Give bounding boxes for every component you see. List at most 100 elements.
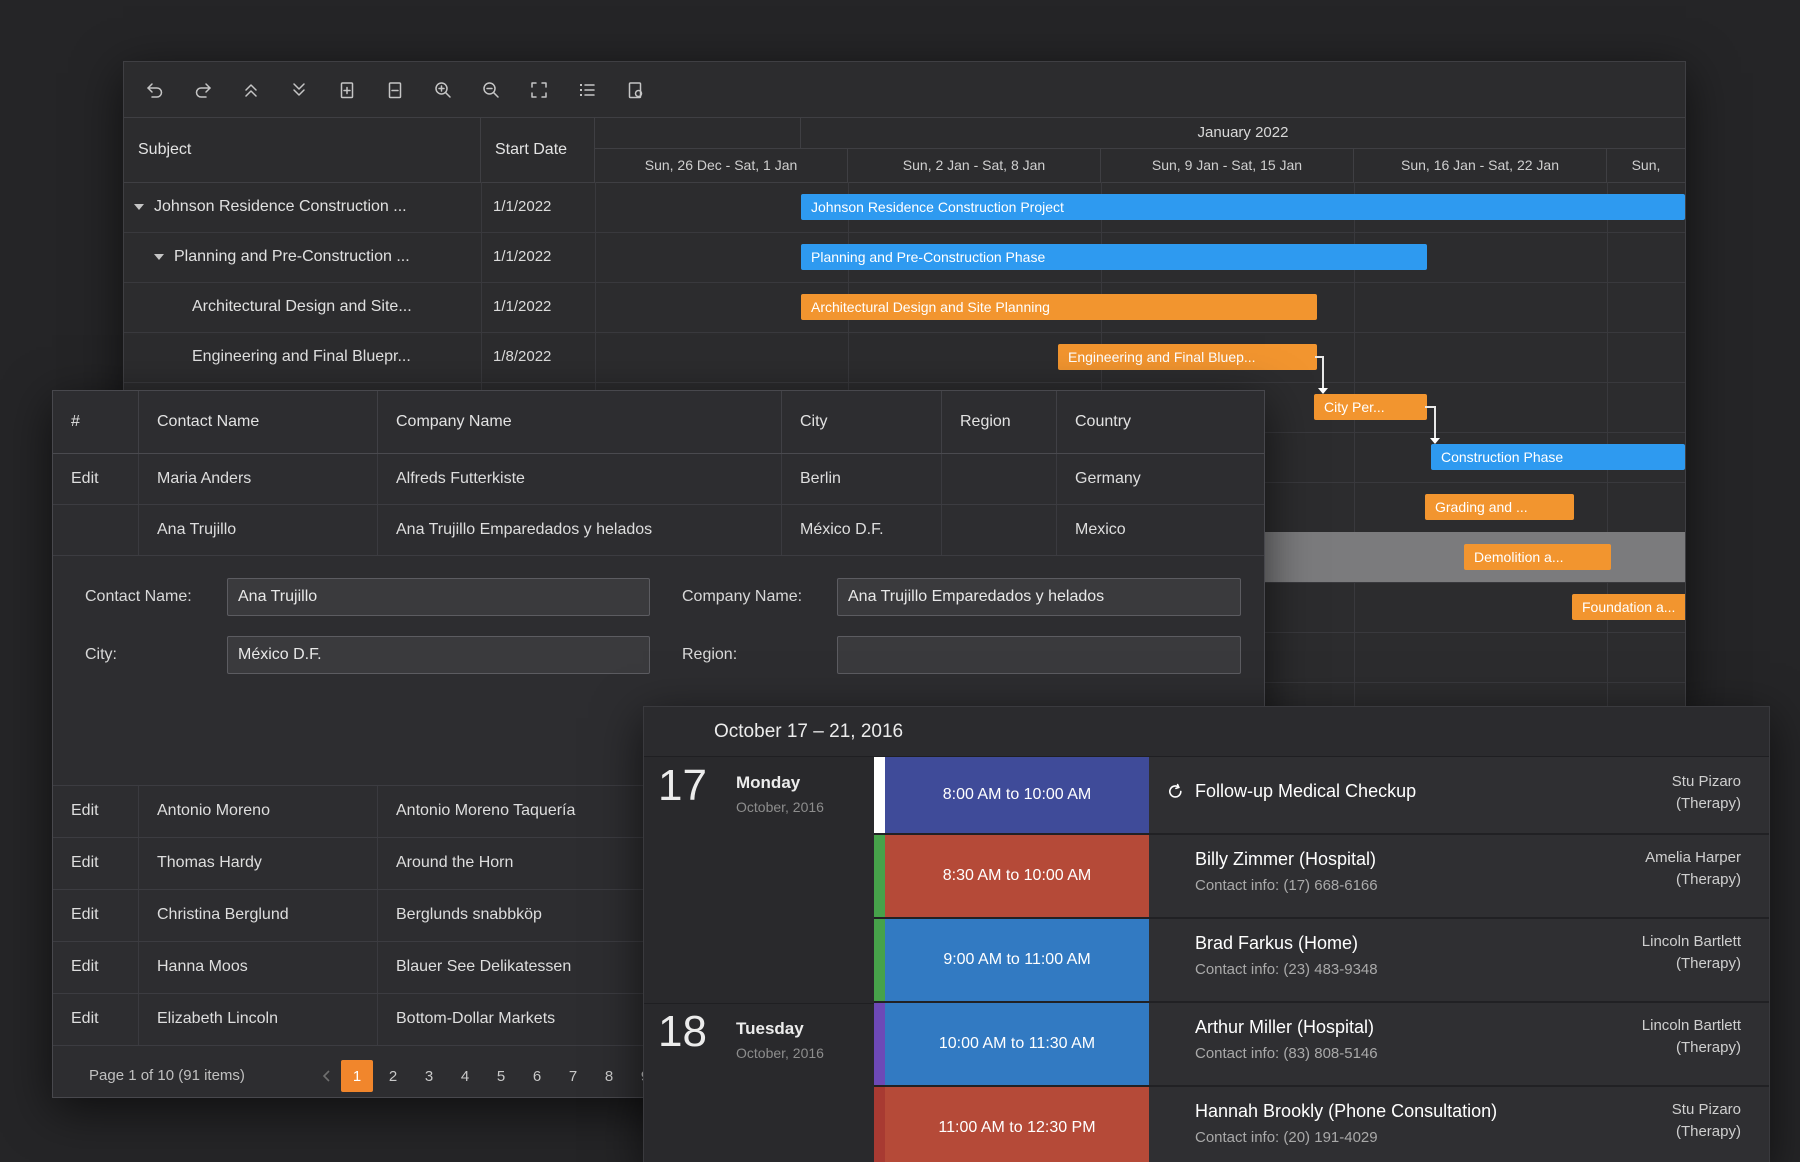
dependency-arrow-icon (1318, 388, 1328, 394)
task-details-icon (577, 80, 597, 100)
appointment-owner: Stu Pizaro (1672, 773, 1741, 790)
scheduler-header: October 17 – 21, 2016 (644, 707, 1769, 757)
appointment-row: 11:00 AM to 12:30 PM Hannah Brookly (Pho… (874, 1087, 1769, 1162)
edit-link[interactable]: Edit (53, 942, 139, 993)
contact-name-field[interactable] (227, 578, 650, 616)
page-button-1[interactable]: 1 (341, 1060, 373, 1092)
page-button-8[interactable]: 8 (593, 1060, 625, 1092)
city-field[interactable] (227, 636, 650, 674)
pager-prev-button[interactable] (313, 1060, 337, 1092)
task-bar-label: Grading and ... (1425, 494, 1574, 520)
appointment-role: (Therapy) (1676, 955, 1741, 972)
cell-country: Germany (1057, 454, 1264, 504)
timeline-month-empty (595, 118, 801, 148)
page-button-6[interactable]: 6 (521, 1060, 553, 1092)
edit-link[interactable]: Edit (53, 890, 139, 941)
appointment-time-block[interactable]: 8:00 AM to 10:00 AM (885, 757, 1149, 833)
column-header-company-name[interactable]: Company Name (378, 391, 782, 453)
export-button[interactable] (616, 71, 654, 109)
column-header-country[interactable]: Country (1057, 391, 1264, 453)
task-bar-demolition[interactable]: Demolition a... (1464, 544, 1611, 570)
task-details-button[interactable] (568, 71, 606, 109)
task-bar-planning[interactable]: Planning and Pre-Construction Phase (801, 244, 1427, 270)
cell-company: Ana Trujillo Emparedados y helados (378, 505, 782, 555)
edit-link[interactable]: Edit (53, 838, 139, 889)
company-name-label: Company Name: (682, 578, 802, 616)
gantt-row[interactable]: Engineering and Final Bluepr... 1/8/2022 (124, 332, 1685, 383)
day-cell-monday: 17 Monday October, 2016 (644, 757, 874, 1003)
appointment-title: Arthur Miller (Hospital) (1195, 1017, 1374, 1038)
task-subject: Planning and Pre-Construction ... (174, 232, 410, 282)
appointment-details[interactable]: Billy Zimmer (Hospital) Contact info: (1… (1149, 835, 1769, 917)
page-button-4[interactable]: 4 (449, 1060, 481, 1092)
expander-icon[interactable] (134, 204, 144, 210)
undo-button[interactable] (136, 71, 174, 109)
task-start-date: 1/8/2022 (493, 332, 551, 382)
task-start-date: 1/1/2022 (493, 282, 551, 332)
region-field[interactable] (837, 636, 1241, 674)
expander-icon[interactable] (154, 254, 164, 260)
page-button-5[interactable]: 5 (485, 1060, 517, 1092)
column-header-city[interactable]: City (782, 391, 942, 453)
appointment-owner: Stu Pizaro (1672, 1101, 1741, 1118)
appointment-time-block[interactable]: 9:00 AM to 11:00 AM (885, 919, 1149, 1001)
cell-contact: Elizabeth Lincoln (139, 994, 378, 1045)
task-bar-construction[interactable]: Construction Phase (1431, 444, 1685, 470)
task-bar-city-permits[interactable]: City Per... (1314, 394, 1427, 420)
day-name: Tuesday (736, 1019, 804, 1039)
region-label: Region: (682, 636, 737, 674)
column-header-region[interactable]: Region (942, 391, 1057, 453)
add-task-button[interactable] (328, 71, 366, 109)
task-bar-label: Architectural Design and Site Planning (801, 294, 1317, 320)
column-header-contact-name[interactable]: Contact Name (139, 391, 378, 453)
column-header-number[interactable]: # (53, 391, 139, 453)
datagrid-header: # Contact Name Company Name City Region … (53, 391, 1264, 454)
fullscreen-button[interactable] (520, 71, 558, 109)
cell-contact: Christina Berglund (139, 890, 378, 941)
appointment-contact: Contact info: (83) 808-5146 (1195, 1045, 1378, 1062)
subject-column-header[interactable]: Subject (124, 118, 481, 182)
appointment-time-block[interactable]: 8:30 AM to 10:00 AM (885, 835, 1149, 917)
resource-strip (874, 919, 885, 1001)
appointment-time-block[interactable]: 10:00 AM to 11:30 AM (885, 1003, 1149, 1085)
appointment-details[interactable]: Hannah Brookly (Phone Consultation) Cont… (1149, 1087, 1769, 1162)
edit-link[interactable]: Edit (53, 454, 139, 504)
timeline-month-label: January 2022 (801, 118, 1685, 148)
appointment-details[interactable]: Follow-up Medical Checkup Stu Pizaro (Th… (1149, 757, 1769, 833)
task-bar-engineering[interactable]: Engineering and Final Bluep... (1058, 344, 1317, 370)
redo-button[interactable] (184, 71, 222, 109)
zoom-out-button[interactable] (472, 71, 510, 109)
day-name: Monday (736, 773, 800, 793)
edit-link[interactable]: Edit (53, 994, 139, 1045)
export-icon (625, 80, 645, 100)
task-bar-foundation[interactable]: Foundation a... (1572, 594, 1686, 620)
task-bar-label: Planning and Pre-Construction Phase (801, 244, 1427, 270)
task-bar-grading[interactable]: Grading and ... (1425, 494, 1574, 520)
company-name-field[interactable] (837, 578, 1241, 616)
zoom-in-button[interactable] (424, 71, 462, 109)
appointment-time-block[interactable]: 11:00 AM to 12:30 PM (885, 1087, 1149, 1162)
page-button-3[interactable]: 3 (413, 1060, 445, 1092)
collapse-all-button[interactable] (232, 71, 270, 109)
cell-city: México D.F. (782, 505, 942, 555)
task-bar-johnson[interactable]: Johnson Residence Construction Project (801, 194, 1685, 220)
appointment-details[interactable]: Arthur Miller (Hospital) Contact info: (… (1149, 1003, 1769, 1085)
expand-all-button[interactable] (280, 71, 318, 109)
pager-pages: 1 2 3 4 5 6 7 8 9 (313, 1060, 661, 1092)
start-date-column-header[interactable]: Start Date (481, 118, 595, 182)
resource-strip (874, 757, 885, 833)
task-start-date: 1/1/2022 (493, 232, 551, 282)
appointment-title: Brad Farkus (Home) (1195, 933, 1358, 954)
delete-task-button[interactable] (376, 71, 414, 109)
page-button-7[interactable]: 7 (557, 1060, 589, 1092)
appointment-row: 9:00 AM to 11:00 AM Brad Farkus (Home) C… (874, 919, 1769, 1003)
task-bar-architectural[interactable]: Architectural Design and Site Planning (801, 294, 1317, 320)
edit-link[interactable]: Edit (53, 786, 139, 837)
table-row: Ana Trujillo Ana Trujillo Emparedados y … (53, 505, 1264, 556)
appointment-role: (Therapy) (1676, 871, 1741, 888)
dependency-line (1434, 406, 1436, 439)
page-button-2[interactable]: 2 (377, 1060, 409, 1092)
appointment-owner: Lincoln Bartlett (1642, 1017, 1741, 1034)
appointment-details[interactable]: Brad Farkus (Home) Contact info: (23) 48… (1149, 919, 1769, 1001)
appointment-title: Billy Zimmer (Hospital) (1195, 849, 1376, 870)
